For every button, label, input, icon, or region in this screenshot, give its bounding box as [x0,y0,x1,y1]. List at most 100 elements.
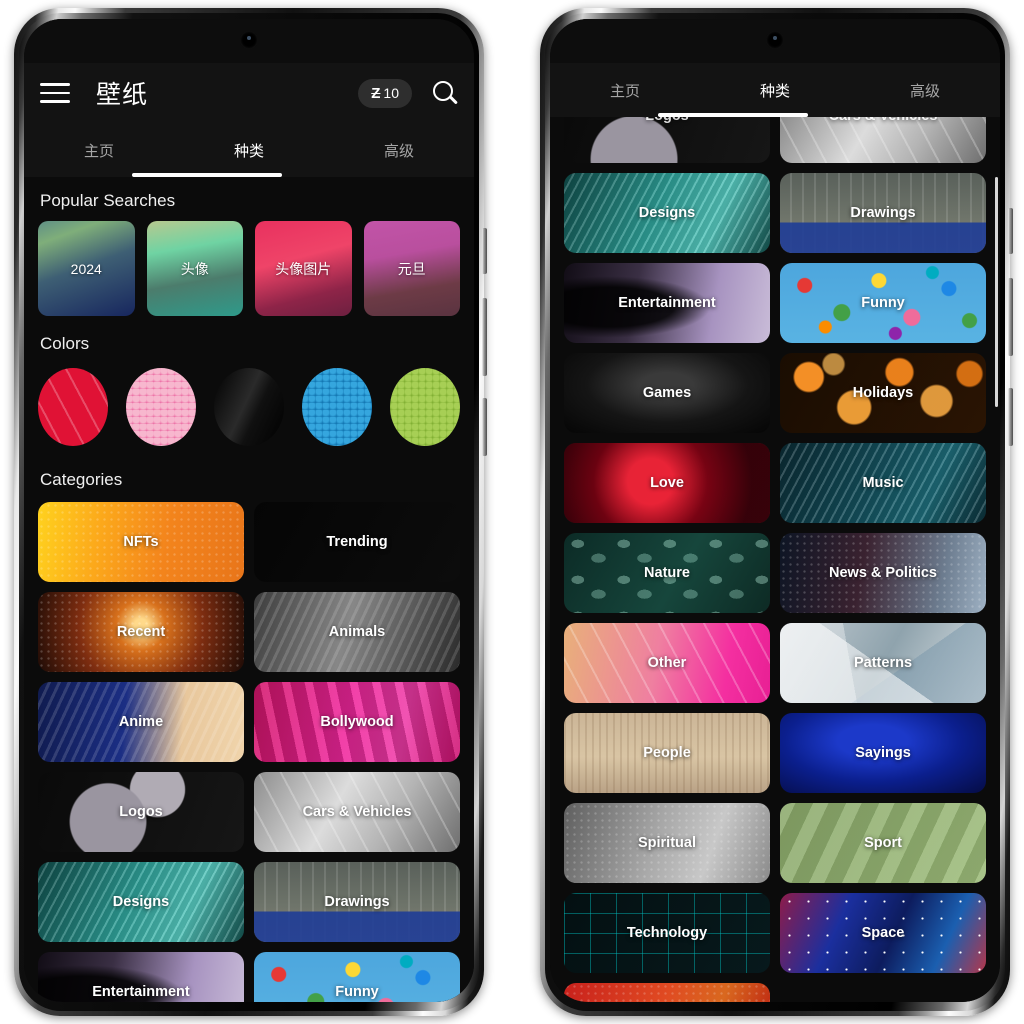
popular-search-label: 头像图片 [275,260,332,277]
front-camera-icon [766,31,784,49]
category-card-label: Sport [864,835,902,851]
popular-search-card[interactable]: 2024 [38,221,135,316]
category-card-label: Entertainment [92,984,190,1000]
category-card-label: Designs [112,894,170,910]
hamburger-icon[interactable] [40,83,70,103]
popular-search-card[interactable]: 头像 [146,221,243,316]
category-card[interactable]: Designs [564,173,770,253]
category-card[interactable]: Nature [564,533,770,613]
category-card[interactable]: Trending [254,502,460,582]
category-card-label: Drawings [850,205,916,221]
category-card[interactable]: Designs [38,862,244,942]
colors-row [24,364,474,456]
tab-categories[interactable]: 种类 [700,63,850,117]
side-button-power[interactable] [1008,388,1013,446]
category-card-label: People [643,745,691,761]
category-card[interactable]: Funny [254,952,460,1002]
category-card[interactable]: Funny [780,263,986,343]
category-card[interactable]: Logos [564,117,770,163]
category-card[interactable]: Entertainment [564,263,770,343]
tab-categories[interactable]: 种类 [174,123,324,177]
scrollbar[interactable] [995,177,998,407]
category-card[interactable]: Entertainment [38,952,244,1002]
category-card-label: Funny [335,984,379,1000]
category-card-label: Patterns [853,655,913,671]
color-swatch-red[interactable] [38,368,108,446]
tab-home[interactable]: 主页 [24,123,174,177]
category-card-label: Music [862,475,904,491]
phone-right-screen: 主页 种类 高级 Logos Cars & Vehicles Designs Draw… [550,19,1000,1002]
category-card[interactable]: Space [780,893,986,973]
categories-content-left: Popular Searches 2024 头像 头像图片 元旦 Colors Cat… [24,177,474,1002]
popular-searches-row: 2024 头像 头像图片 元旦 [24,221,474,320]
category-card-label: Nature [644,565,690,581]
category-card-label: Space [861,925,905,941]
side-button-mute[interactable] [1008,208,1013,254]
categories-content-right: Logos Cars & Vehicles Designs Drawings Enter… [550,117,1000,1002]
side-button-mute[interactable] [482,228,487,274]
search-icon[interactable] [432,80,458,106]
side-button-power[interactable] [482,398,487,456]
color-swatch-black[interactable] [214,368,284,446]
category-card[interactable]: Comics [564,983,770,1002]
category-card-label: Technology [626,925,708,941]
category-card-texture [564,983,770,1002]
category-card-label: Logos [119,804,163,820]
category-card[interactable]: Technology [564,893,770,973]
category-card[interactable]: Holidays [780,353,986,433]
coin-badge[interactable]: Z 10 [358,78,412,108]
category-card[interactable]: Anime [38,682,244,762]
category-card-label: Sayings [855,745,911,761]
category-card[interactable]: News & Politics [780,533,986,613]
category-card[interactable]: Spiritual [564,803,770,883]
category-card[interactable]: Animals [254,592,460,672]
category-card[interactable]: NFTs [38,502,244,582]
categories-grid-right: Logos Cars & Vehicles Designs Drawings Enter… [550,117,1000,1002]
category-card[interactable]: Drawings [780,173,986,253]
category-card[interactable]: Cars & Vehicles [254,772,460,852]
category-card[interactable]: Other [564,623,770,703]
category-card[interactable]: People [564,713,770,793]
phone-left-screen: 壁纸 Z 10 主页 种类 高级 Popular Searches 2024 头像… [24,19,474,1002]
popular-searches-title: Popular Searches [40,191,176,210]
color-swatch-pink[interactable] [126,368,196,446]
category-card[interactable]: Sayings [780,713,986,793]
tab-home[interactable]: 主页 [550,63,700,117]
side-button-volume[interactable] [482,298,487,376]
category-card-label: Love [650,475,684,491]
category-card-label: Funny [861,295,905,311]
popular-search-card[interactable]: 头像图片 [255,221,352,316]
color-swatch-green[interactable] [390,368,460,446]
category-card[interactable]: Games [564,353,770,433]
category-card-label: Recent [116,624,166,640]
color-swatch-blue[interactable] [302,368,372,446]
category-card-label: Drawings [324,894,390,910]
popular-search-label: 头像 [180,260,209,277]
category-card-label: Animals [328,624,386,640]
category-card[interactable]: Sport [780,803,986,883]
tab-bar: 主页 种类 高级 [24,123,474,177]
category-card[interactable]: Logos [38,772,244,852]
coin-symbol: Z [371,84,381,102]
category-card[interactable]: Patterns [780,623,986,703]
tab-advanced[interactable]: 高级 [850,63,1000,117]
tab-advanced[interactable]: 高级 [324,123,474,177]
category-card[interactable]: Cars & Vehicles [780,117,986,163]
category-card[interactable]: Love [564,443,770,523]
category-card[interactable]: Bollywood [254,682,460,762]
category-card-label: Logos [645,117,689,124]
tab-bar: 主页 种类 高级 [550,63,1000,117]
side-button-volume[interactable] [1008,278,1013,356]
app-bar: 壁纸 Z 10 [24,63,474,123]
popular-search-label: 2024 [70,260,102,277]
category-card[interactable]: Recent [38,592,244,672]
coin-count: 10 [383,85,399,101]
category-card[interactable]: Drawings [254,862,460,942]
screenshot-stage: 壁纸 Z 10 主页 种类 高级 Popular Searches 2024 头像… [0,0,1024,1024]
category-card-label: News & Politics [829,565,937,581]
category-card[interactable]: Music [780,443,986,523]
categories-title: Categories [40,470,123,489]
popular-search-card[interactable]: 元旦 [363,221,460,316]
category-card-label: NFTs [123,534,159,550]
category-card-label: Bollywood [320,714,394,730]
